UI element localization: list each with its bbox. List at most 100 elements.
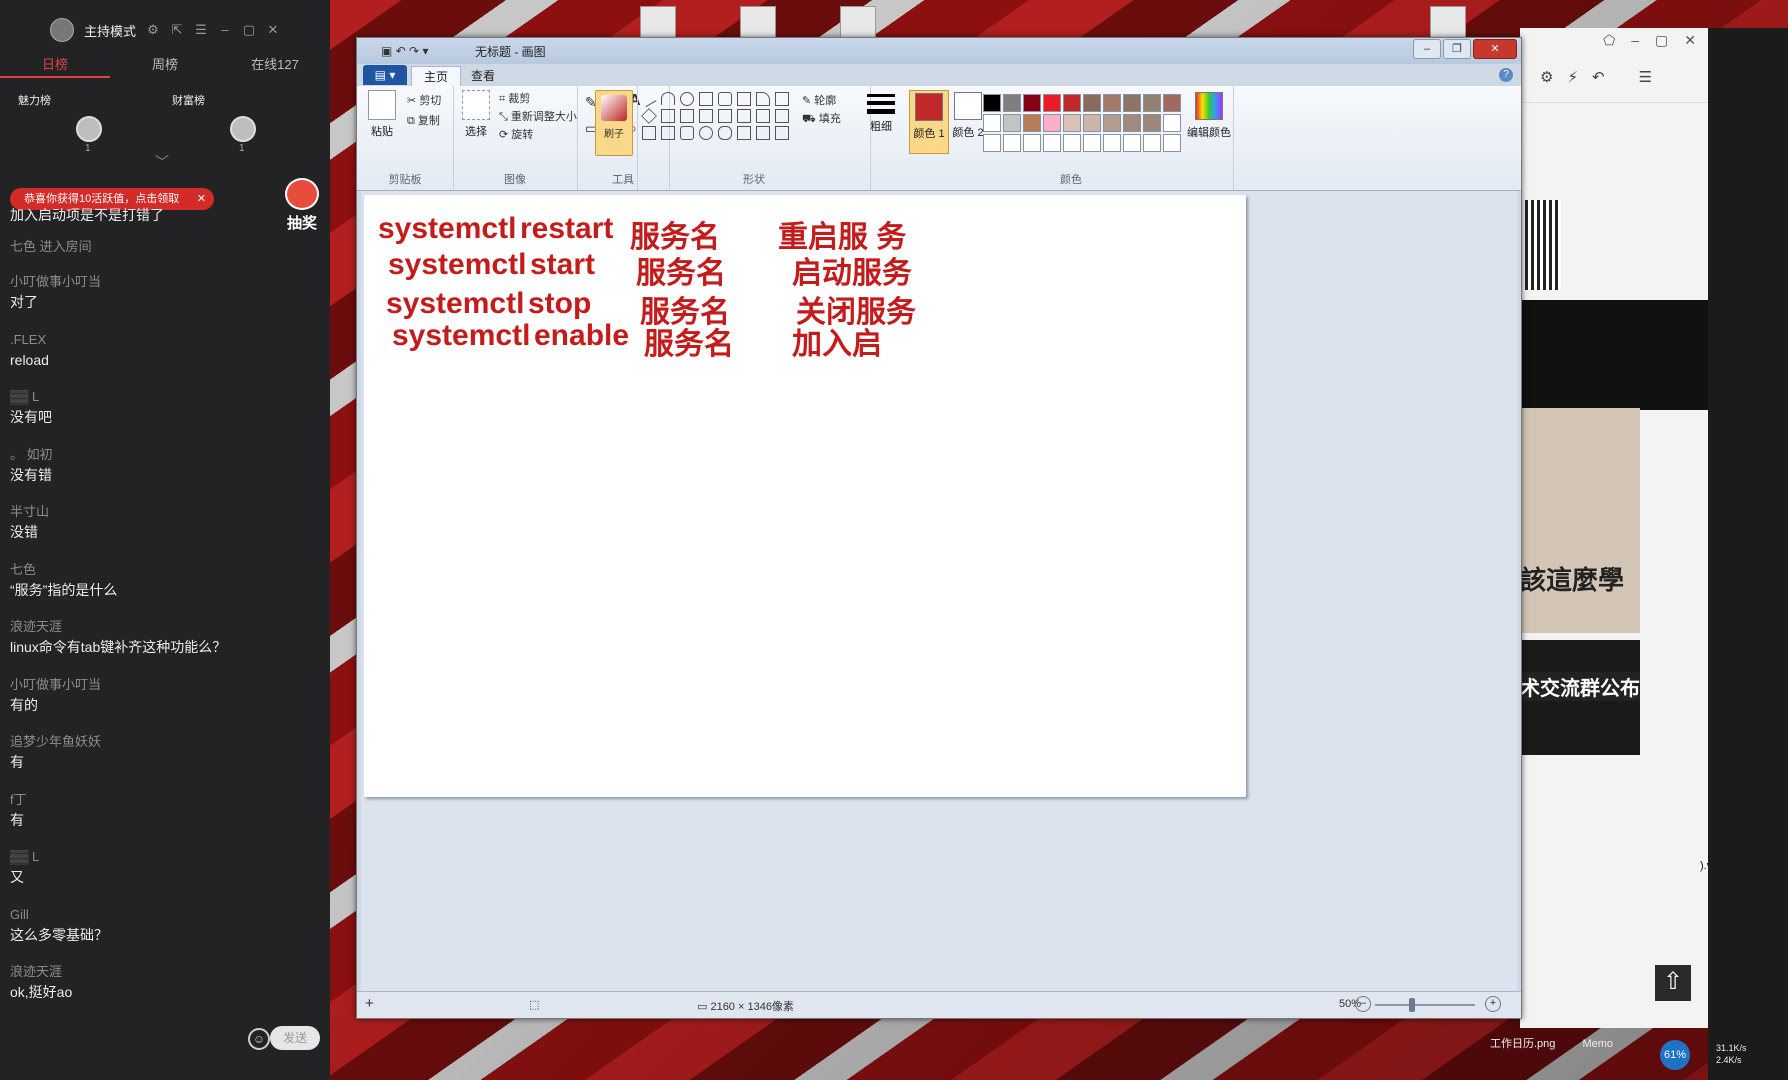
browser-toolbar: ⚙ ⚡ ↶ ☰ (1520, 52, 1708, 103)
rotate-button[interactable]: ⟳ 旋转 (499, 126, 533, 142)
charm-rank-avatar[interactable] (76, 116, 102, 142)
crop-button[interactable]: ⌗ 裁剪 (499, 90, 530, 106)
down-arrow-shape-icon[interactable] (756, 109, 770, 123)
message-text: 有的 (10, 696, 38, 713)
pentagon-shape-icon[interactable] (661, 109, 675, 123)
zoom-in-button[interactable]: + (1485, 996, 1501, 1012)
tab-online[interactable]: 在线127 (220, 52, 330, 78)
quick-access-toolbar[interactable]: ▣ ↶ ↷ ▾ (381, 44, 428, 58)
line-shape-icon[interactable] (639, 89, 657, 108)
scroll-top-button[interactable]: ⇧ (1655, 965, 1691, 1001)
shapes-group-label: 形状 (743, 174, 765, 186)
popout-icon[interactable]: ⇱ (170, 23, 184, 37)
tab-weekly[interactable]: 周榜 (110, 52, 220, 78)
restore-button[interactable]: ❐ (1443, 39, 1471, 59)
zoom-slider[interactable] (1375, 1004, 1475, 1006)
chevron-down-icon[interactable]: ﹀ (155, 152, 169, 172)
triangle-shape-icon[interactable] (756, 92, 770, 106)
desktop-folder-icon[interactable] (840, 6, 876, 38)
tab-daily[interactable]: 日榜 (0, 52, 110, 78)
live-chat-panel: 主持模式 ⚙ ⇱ ☰ – ▢ ✕ 日榜 周榜 在线127 魅力榜 财富榜 1 1… (0, 0, 330, 1080)
promo-image[interactable] (1520, 408, 1640, 633)
lottery-button[interactable]: 抽奖 (280, 178, 324, 232)
wealth-rank-avatar[interactable] (230, 116, 256, 142)
lightning-icon[interactable]: ⚡ (1567, 68, 1578, 86)
stroke-size-button[interactable]: 粗细 (863, 90, 899, 134)
zoom-out-button[interactable]: – (1355, 996, 1371, 1012)
chat-message: 。 如初 没有错 (10, 444, 320, 502)
tab-view[interactable]: 查看 (459, 66, 507, 86)
wealth-rank-label[interactable]: 财富榜 (172, 92, 205, 108)
maximize-icon[interactable]: ▢ (1655, 28, 1668, 52)
taskbar-item-calendar[interactable]: 工作日历.png (1490, 1038, 1555, 1050)
desktop-folder-icon[interactable] (640, 6, 676, 38)
close-icon[interactable]: ✕ (1684, 28, 1696, 52)
right-arrow-shape-icon[interactable] (699, 109, 713, 123)
paste-button[interactable]: 粘贴 (365, 90, 399, 139)
edit-colors-button[interactable]: 编辑颜色 (1185, 92, 1233, 140)
minimize-icon[interactable]: – (1631, 28, 1639, 52)
paint-menu-button[interactable]: ▤ ▾ (363, 65, 407, 85)
zoom-slider-thumb[interactable] (1409, 998, 1415, 1012)
menu-icon[interactable]: ☰ (1639, 68, 1652, 86)
message-text: 没错 (10, 524, 38, 540)
callout-rect-shape-icon[interactable] (680, 126, 694, 140)
up-arrow-shape-icon[interactable] (737, 109, 751, 123)
help-icon[interactable]: ? (1499, 68, 1513, 82)
lightning-shape-icon[interactable] (756, 126, 770, 140)
charm-rank-label[interactable]: 魅力榜 (18, 92, 51, 108)
callout-oval-shape-icon[interactable] (699, 126, 713, 140)
resize-button[interactable]: ⤡ 重新调整大小 (499, 108, 577, 124)
fill-button[interactable]: ⛟ 填充 (802, 110, 841, 127)
cursor-position-icon: + (365, 995, 374, 1012)
minimize-button[interactable]: – (1413, 39, 1441, 59)
rectangle-shape-icon[interactable] (699, 92, 713, 106)
emoji-icon[interactable]: ☺ (248, 1028, 270, 1050)
cut-button[interactable]: ✂ 剪切 (407, 92, 441, 108)
drawing-canvas[interactable]: systemctl restart 服务名 重启服 务 systemctl st… (364, 195, 1246, 797)
chat-message: Gill 这么多零基础？ (10, 904, 320, 962)
minimize-icon[interactable]: – (218, 23, 232, 37)
maximize-icon[interactable]: ▢ (242, 23, 256, 37)
desktop-folder-icon[interactable] (1430, 6, 1466, 38)
chat-message: .FLEX reload (10, 329, 320, 387)
select-button[interactable]: 选择 (459, 90, 493, 139)
polygon-shape-icon[interactable] (737, 92, 751, 106)
oval-shape-icon[interactable] (680, 92, 694, 106)
close-button[interactable]: ✕ (1473, 39, 1517, 59)
crop-label: 裁剪 (508, 93, 531, 105)
desktop-folder-icon[interactable] (740, 6, 776, 38)
callout-cloud-shape-icon[interactable] (718, 126, 732, 140)
message-text: “服务”指的是什么 (10, 581, 118, 598)
send-button[interactable]: 发送 (270, 1026, 320, 1050)
outline-button[interactable]: ✎ 轮廓 (802, 92, 836, 108)
star6-shape-icon[interactable] (661, 126, 675, 140)
stroke-size-label: 粗细 (870, 121, 892, 133)
settings-icon[interactable]: ⚙ (146, 23, 160, 37)
settings-icon[interactable]: ⚙ (1540, 68, 1553, 86)
left-arrow-shape-icon[interactable] (718, 109, 732, 123)
close-icon[interactable]: ✕ (197, 188, 206, 210)
rounded-rectangle-shape-icon[interactable] (718, 92, 732, 106)
star4-shape-icon[interactable] (775, 109, 789, 123)
close-icon[interactable]: ✕ (266, 23, 280, 37)
copy-button[interactable]: ⧉ 复制 (407, 112, 440, 128)
brush-button[interactable]: 刷子 (595, 90, 633, 156)
taskbar-item-memo[interactable]: Memo (1582, 1038, 1613, 1050)
percentage-badge[interactable]: 61% (1660, 1040, 1690, 1070)
curve-shape-icon[interactable] (661, 92, 675, 105)
pin-icon[interactable]: ⬠ (1603, 28, 1615, 52)
menu-icon[interactable]: ☰ (194, 23, 208, 37)
host-avatar[interactable] (49, 18, 74, 42)
undo-icon[interactable]: ↶ (1592, 68, 1605, 86)
shapes-more-icon[interactable] (775, 126, 789, 140)
wealth-rank-count: 1 (239, 143, 245, 154)
paste-label: 粘贴 (371, 126, 393, 138)
tab-home[interactable]: 主页 (411, 66, 462, 87)
diamond-shape-icon[interactable] (641, 108, 657, 124)
star5-shape-icon[interactable] (642, 126, 656, 140)
paint-titlebar[interactable]: ▣ ↶ ↷ ▾ 无标题 - 画图 – ❐ ✕ (357, 38, 1521, 64)
right-triangle-shape-icon[interactable] (775, 92, 789, 106)
hexagon-shape-icon[interactable] (680, 109, 694, 123)
heart-shape-icon[interactable] (737, 126, 751, 140)
